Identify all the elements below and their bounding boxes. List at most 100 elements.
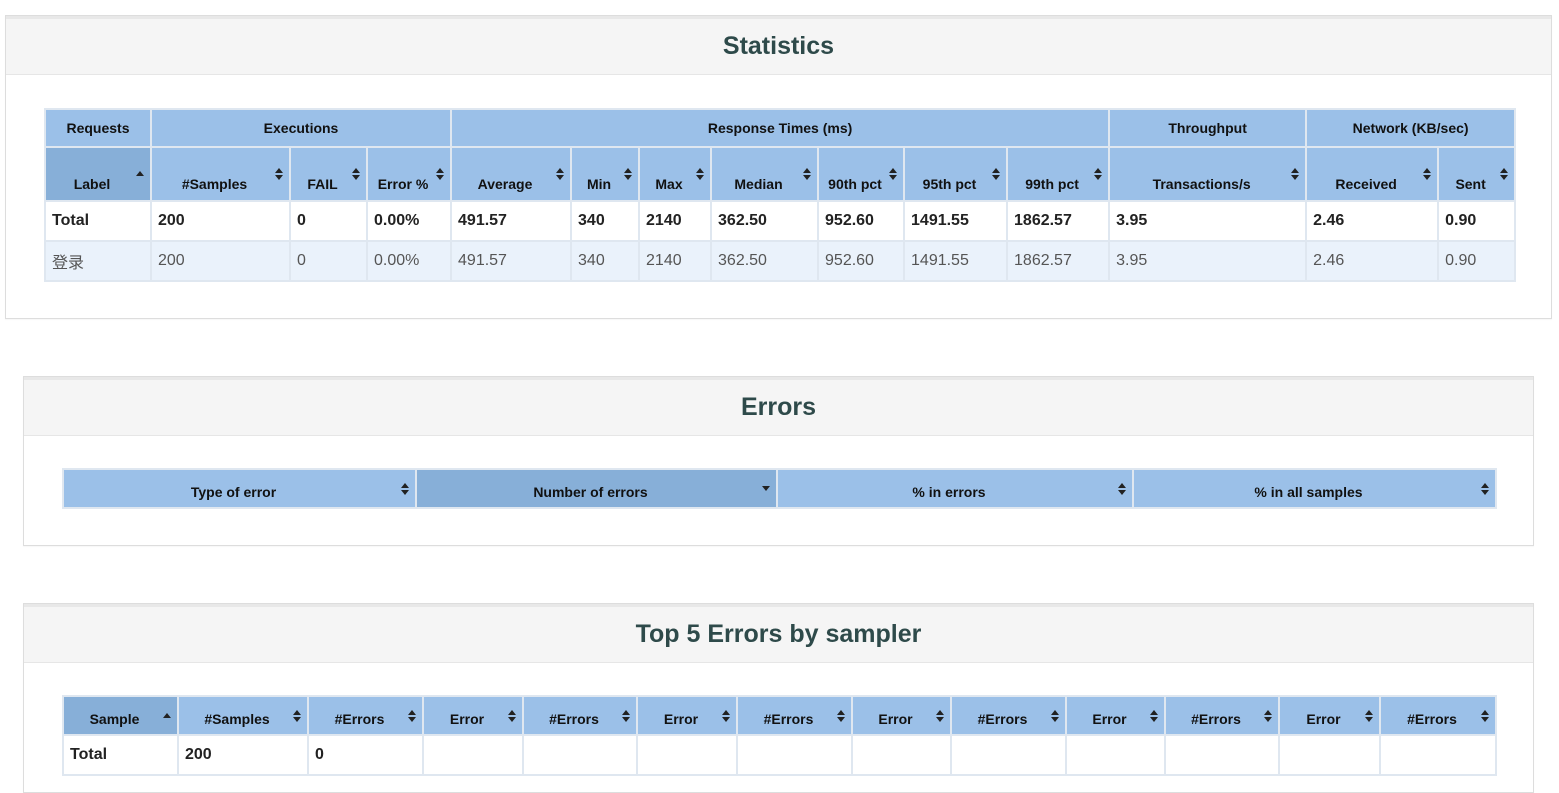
sort-icon: [556, 168, 565, 180]
group-throughput: Throughput: [1108, 108, 1308, 148]
group-network: Network (KB/sec): [1305, 108, 1517, 148]
table-row-total: Total 200 0 0.00% 491.57 340 2140 362.50…: [44, 200, 1517, 242]
col-errors-6[interactable]: #Errors: [1379, 695, 1497, 736]
col-max[interactable]: Max: [638, 146, 713, 202]
cell-errors: [950, 734, 1067, 776]
cell-error: [1278, 734, 1381, 776]
cell-min: 340: [570, 200, 641, 242]
col-type-of-error[interactable]: Type of error: [62, 468, 417, 509]
col-errors-2[interactable]: #Errors: [522, 695, 638, 736]
col-99th-pct[interactable]: 99th pct: [1006, 146, 1111, 202]
errors-table: Type of error Number of errors % in erro…: [62, 468, 1497, 509]
sort-icon: [1365, 709, 1373, 722]
sort-icon: [1264, 709, 1272, 722]
sort-icon: [1150, 709, 1158, 722]
errors-heading[interactable]: Errors: [24, 377, 1533, 436]
cell-95th: 1491.55: [903, 200, 1009, 242]
cell-samples: 200: [150, 240, 291, 282]
errors-title: Errors: [740, 393, 817, 421]
col-sample[interactable]: Sample: [62, 695, 179, 736]
cell-errors: [1164, 734, 1280, 776]
cell-transactions: 3.95: [1108, 240, 1308, 282]
col-error-2[interactable]: Error: [636, 695, 738, 736]
sort-icon: [408, 709, 416, 722]
cell-errors: [1379, 734, 1497, 776]
cell-error: [1065, 734, 1166, 776]
col-median[interactable]: Median: [710, 146, 820, 202]
sort-icon: [1051, 709, 1059, 722]
col-errors-3[interactable]: #Errors: [736, 695, 853, 736]
sort-icon: [436, 168, 445, 180]
group-requests: Requests: [44, 108, 152, 148]
sort-icon: [1291, 168, 1300, 180]
col-number-of-errors[interactable]: Number of errors: [415, 468, 778, 509]
sort-icon: [1481, 482, 1489, 495]
cell-errors: 0: [307, 734, 424, 776]
col-received[interactable]: Received: [1305, 146, 1440, 202]
cell-fail: 0: [289, 240, 368, 282]
col-error-3[interactable]: Error: [851, 695, 952, 736]
sort-icon: [1481, 709, 1489, 722]
cell-sent: 0.90: [1437, 200, 1517, 242]
cell-min: 340: [570, 240, 641, 282]
sort-icon: [622, 709, 630, 722]
col-errors-1[interactable]: #Errors: [307, 695, 424, 736]
cell-sample: Total: [62, 734, 179, 776]
cell-label: 登录: [44, 240, 152, 282]
sort-icon: [624, 168, 633, 180]
sort-icon: [1094, 168, 1103, 180]
cell-max: 2140: [638, 240, 713, 282]
col-95th-pct[interactable]: 95th pct: [903, 146, 1009, 202]
top5-heading[interactable]: Top 5 Errors by sampler: [24, 604, 1533, 663]
cell-transactions: 3.95: [1108, 200, 1308, 242]
cell-error-pct: 0.00%: [365, 240, 453, 282]
cell-errors: [522, 734, 638, 776]
col-errors-5[interactable]: #Errors: [1164, 695, 1280, 736]
cell-90th: 952.60: [817, 240, 906, 282]
sort-icon: [1118, 482, 1126, 495]
col-error-5[interactable]: Error: [1278, 695, 1381, 736]
table-row: 登录 200 0 0.00% 491.57 340 2140 362.50 95…: [44, 240, 1517, 282]
col-sent[interactable]: Sent: [1437, 146, 1517, 202]
col-average[interactable]: Average: [450, 146, 573, 202]
statistics-heading[interactable]: Statistics: [6, 16, 1551, 75]
sort-icon: [696, 168, 705, 180]
cell-samples: 200: [150, 200, 291, 242]
cell-average: 491.57: [450, 200, 573, 242]
sort-icon: [889, 168, 898, 180]
cell-max: 2140: [638, 200, 713, 242]
cell-errors: [736, 734, 853, 776]
cell-95th: 1491.55: [903, 240, 1009, 282]
col-pct-in-errors[interactable]: % in errors: [776, 468, 1134, 509]
cell-received: 2.46: [1305, 240, 1440, 282]
sort-icon: [1423, 168, 1432, 180]
group-executions: Executions: [149, 108, 453, 148]
statistics-panel: Statistics Requests Executions Response …: [5, 15, 1552, 319]
sort-ascending-icon: [163, 712, 171, 719]
cell-median: 362.50: [710, 240, 820, 282]
col-min[interactable]: Min: [570, 146, 641, 202]
col-error-4[interactable]: Error: [1065, 695, 1166, 736]
sort-icon: [275, 168, 283, 180]
cell-fail: 0: [289, 200, 368, 242]
cell-error: [636, 734, 738, 776]
cell-sent: 0.90: [1437, 240, 1517, 282]
cell-error: [422, 734, 524, 776]
col-90th-pct[interactable]: 90th pct: [817, 146, 906, 202]
col-transactions[interactable]: Transactions/s: [1108, 146, 1308, 202]
sort-icon: [401, 482, 409, 495]
col-errors-4[interactable]: #Errors: [950, 695, 1067, 736]
col-error-1[interactable]: Error: [422, 695, 524, 736]
cell-average: 491.57: [450, 240, 573, 282]
cell-error-pct: 0.00%: [365, 200, 453, 242]
col-error-pct[interactable]: Error %: [365, 146, 453, 202]
cell-error: [851, 734, 952, 776]
top5-errors-panel: Top 5 Errors by sampler Sample #Samples …: [23, 603, 1534, 793]
col-pct-in-all-samples[interactable]: % in all samples: [1132, 468, 1497, 509]
col-samples[interactable]: #Samples: [177, 695, 309, 736]
col-label[interactable]: Label: [44, 146, 152, 202]
sort-icon: [936, 709, 944, 722]
table-row-total: Total 200 0: [62, 734, 1497, 776]
col-fail[interactable]: FAIL: [289, 146, 368, 202]
col-samples[interactable]: #Samples: [150, 146, 291, 202]
